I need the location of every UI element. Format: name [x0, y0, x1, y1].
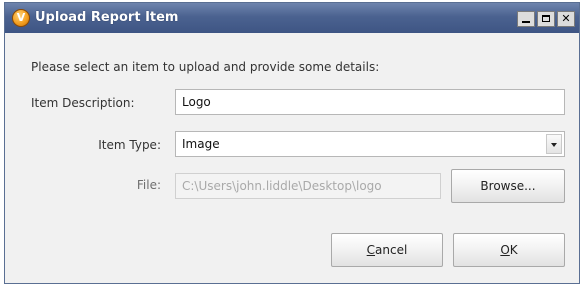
item-type-select[interactable]: Image: [175, 131, 565, 157]
minimize-button[interactable]: [517, 11, 535, 27]
cancel-label-rest: ancel: [375, 243, 408, 257]
window-controls: ✕: [517, 11, 575, 27]
instruction-text: Please select an item to upload and prov…: [31, 60, 380, 74]
dialog-body: Please select an item to upload and prov…: [5, 33, 579, 283]
browse-button[interactable]: Browse...: [451, 169, 565, 203]
app-logo-icon: V: [12, 9, 30, 27]
window-title: Upload Report Item: [35, 10, 179, 25]
upload-report-item-dialog: V Upload Report Item ✕ Please select an …: [4, 2, 580, 284]
close-icon: ✕: [561, 12, 571, 25]
cancel-accelerator: C: [366, 243, 376, 257]
maximize-button[interactable]: [537, 11, 555, 27]
title-bar[interactable]: V Upload Report Item ✕: [5, 3, 579, 33]
minimize-icon: [522, 21, 530, 23]
close-button[interactable]: ✕: [557, 11, 575, 27]
item-type-value: Image: [182, 137, 220, 151]
file-path-input: C:\Users\john.liddle\Desktop\logo: [175, 173, 441, 199]
maximize-icon: [542, 15, 550, 22]
cancel-button[interactable]: Cancel: [331, 233, 443, 267]
item-description-input[interactable]: Logo: [175, 89, 565, 115]
chevron-down-icon[interactable]: [546, 134, 562, 154]
ok-button[interactable]: OK: [453, 233, 565, 267]
ok-accelerator: O: [500, 243, 510, 257]
file-label: File:: [136, 178, 161, 192]
item-type-label: Item Type:: [98, 138, 161, 152]
ok-label-rest: K: [509, 243, 518, 257]
item-description-label: Item Description:: [31, 96, 135, 110]
